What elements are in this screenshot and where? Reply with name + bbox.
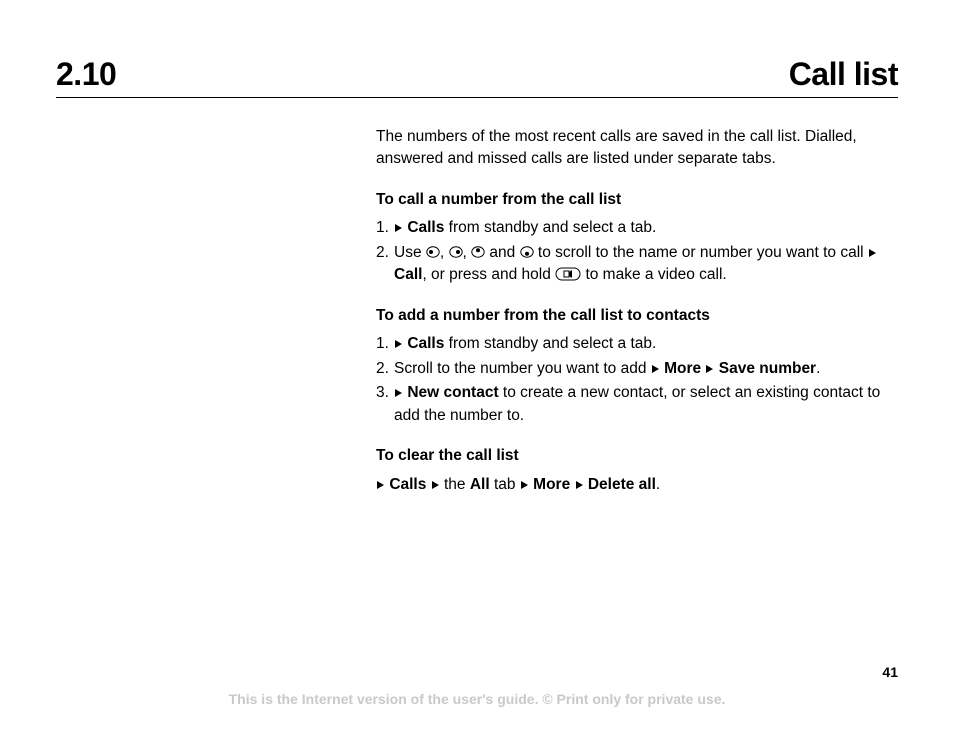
nav-down-icon [520, 245, 534, 259]
triangle-icon [395, 340, 402, 348]
add-step-2: 2.Scroll to the number you want to add M… [376, 358, 896, 380]
section-title: Call list [789, 56, 898, 93]
content-body: The numbers of the most recent calls are… [376, 126, 896, 496]
nav-left-icon [426, 245, 440, 259]
footer-note: This is the Internet version of the user… [0, 691, 954, 707]
call-steps: 1. Calls from standby and select a tab. … [376, 217, 896, 286]
triangle-icon [521, 481, 528, 489]
video-button-icon [555, 267, 581, 281]
triangle-icon [576, 481, 583, 489]
triangle-icon [652, 365, 659, 373]
triangle-icon [706, 365, 713, 373]
triangle-icon [869, 249, 876, 257]
add-step-3: 3. New contact to create a new contact, … [376, 382, 896, 427]
triangle-icon [395, 224, 402, 232]
subhead-add: To add a number from the call list to co… [376, 305, 896, 327]
nav-up-icon [471, 245, 485, 259]
triangle-icon [395, 389, 402, 397]
add-step-1: 1. Calls from standby and select a tab. [376, 333, 896, 355]
triangle-icon [432, 481, 439, 489]
page-number: 41 [882, 664, 898, 680]
nav-right-icon [449, 245, 463, 259]
add-steps: 1. Calls from standby and select a tab. … [376, 333, 896, 427]
subhead-call: To call a number from the call list [376, 189, 896, 211]
subhead-clear: To clear the call list [376, 445, 896, 467]
section-number: 2.10 [56, 56, 116, 93]
clear-line: Calls the All tab More Delete all. [376, 474, 896, 496]
intro-paragraph: The numbers of the most recent calls are… [376, 126, 896, 171]
triangle-icon [377, 481, 384, 489]
call-step-1: 1. Calls from standby and select a tab. [376, 217, 896, 239]
page-header: 2.10 Call list [56, 56, 898, 98]
call-step-2: 2.Use , , and to scroll to the name or n… [376, 242, 896, 287]
